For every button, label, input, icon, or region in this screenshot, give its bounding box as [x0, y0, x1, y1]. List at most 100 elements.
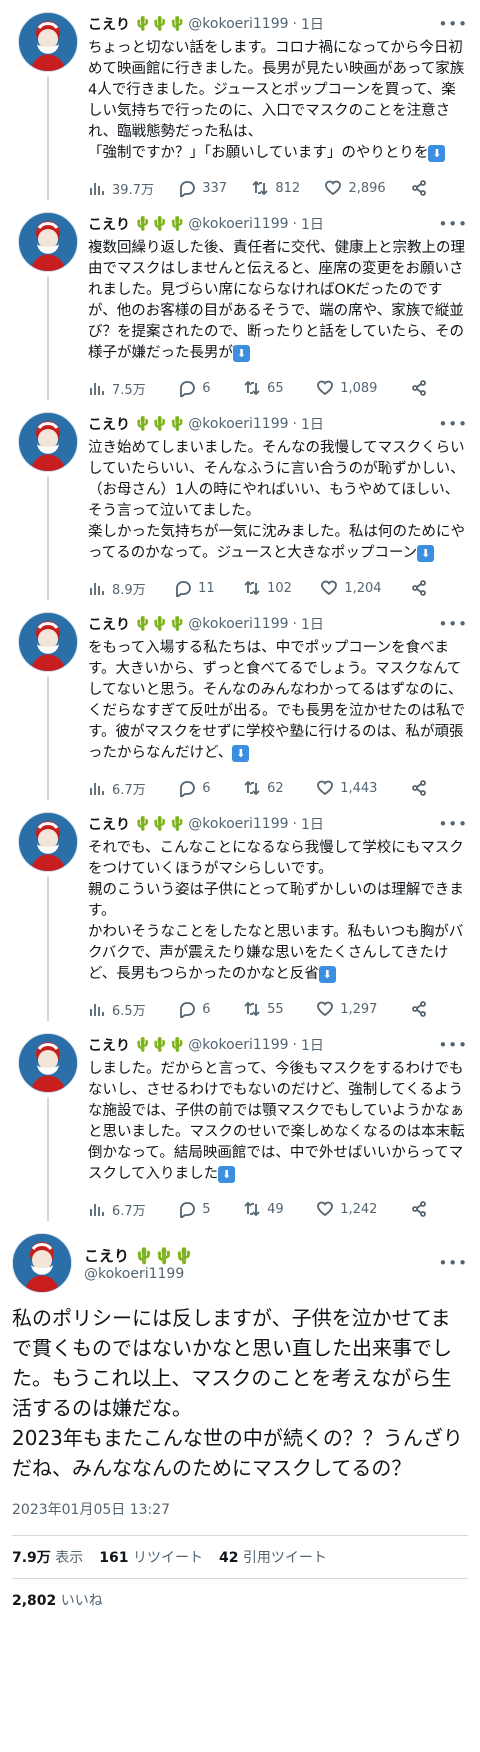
- more-icon[interactable]: •••: [438, 215, 468, 233]
- avatar[interactable]: [18, 212, 78, 272]
- like-button[interactable]: 1,297: [316, 1000, 377, 1018]
- retweet-button[interactable]: 55: [243, 1000, 284, 1018]
- tweet[interactable]: こえり 🌵🌵🌵 @kokoeri1199 · 1日 ••• をもって入場する私た…: [0, 600, 480, 800]
- more-icon[interactable]: •••: [438, 1254, 468, 1272]
- thread-connector: [47, 76, 49, 200]
- avatar[interactable]: [18, 1033, 78, 1093]
- views-button[interactable]: 6.7万: [88, 779, 146, 798]
- post-time[interactable]: 1日: [301, 214, 324, 234]
- thread-connector: [47, 676, 49, 800]
- retweets-label: リツイート: [132, 1550, 203, 1566]
- more-icon[interactable]: •••: [438, 815, 468, 833]
- post-time[interactable]: 1日: [301, 14, 324, 34]
- author-name[interactable]: こえり: [88, 214, 130, 234]
- share-button[interactable]: [410, 1200, 428, 1218]
- arrow-down-icon: ⬇: [232, 744, 250, 762]
- post-time[interactable]: 1日: [301, 614, 324, 634]
- views-value: 7.9万: [12, 1550, 51, 1566]
- share-button[interactable]: [410, 779, 428, 797]
- share-button[interactable]: [410, 379, 428, 397]
- more-icon[interactable]: •••: [438, 15, 468, 33]
- retweet-button[interactable]: 102: [243, 579, 292, 597]
- arrow-down-icon: ⬇: [428, 144, 446, 162]
- reply-button[interactable]: 6: [178, 1000, 211, 1018]
- avatar[interactable]: [18, 812, 78, 872]
- author-name[interactable]: こえり: [84, 1247, 129, 1265]
- reply-button[interactable]: 6: [178, 779, 211, 797]
- retweets-stat[interactable]: 161 リツイート: [99, 1547, 203, 1567]
- like-button[interactable]: 1,089: [316, 379, 377, 397]
- author-name[interactable]: こえり: [88, 14, 130, 34]
- retweet-button[interactable]: 812: [251, 179, 300, 197]
- reply-button[interactable]: 6: [178, 379, 211, 397]
- engagement-stats: 7.9万 表示 161 リツイート 42 引用ツイート: [12, 1536, 468, 1578]
- author-handle[interactable]: @kokoeri1199: [188, 1037, 288, 1053]
- reply-count: 6: [202, 380, 211, 396]
- views-button[interactable]: 7.5万: [88, 379, 146, 398]
- more-icon[interactable]: •••: [438, 1036, 468, 1054]
- post-date[interactable]: 2023年01月05日 13:27: [12, 1499, 468, 1519]
- post-time[interactable]: 1日: [301, 414, 324, 434]
- reply-button[interactable]: 5: [178, 1200, 211, 1218]
- share-button[interactable]: [410, 579, 428, 597]
- more-icon[interactable]: •••: [438, 415, 468, 433]
- views-button[interactable]: 6.7万: [88, 1200, 146, 1219]
- author-name[interactable]: こえり: [88, 814, 130, 834]
- author-handle[interactable]: @kokoeri1199: [84, 1266, 196, 1282]
- author-name[interactable]: こえり: [88, 414, 130, 434]
- retweet-icon: [244, 1001, 260, 1017]
- likes-stat[interactable]: 2,802 いいね: [12, 1590, 103, 1610]
- quotes-stat[interactable]: 42 引用ツイート: [219, 1547, 327, 1567]
- post-time[interactable]: 1日: [301, 814, 324, 834]
- author-handle[interactable]: @kokoeri1199: [188, 816, 288, 832]
- author-name[interactable]: こえり: [88, 614, 130, 634]
- views-label: 表示: [55, 1550, 84, 1566]
- retweet-button[interactable]: 62: [243, 779, 284, 797]
- avatar-image: [19, 13, 77, 71]
- retweet-button[interactable]: 49: [243, 1200, 284, 1218]
- like-button[interactable]: 1,443: [316, 779, 377, 797]
- retweet-count: 62: [267, 780, 284, 796]
- views-button[interactable]: 6.5万: [88, 1000, 146, 1019]
- reply-button[interactable]: 11: [174, 579, 215, 597]
- author-handle[interactable]: @kokoeri1199: [188, 16, 288, 32]
- share-button[interactable]: [410, 1000, 428, 1018]
- retweet-count: 49: [267, 1201, 284, 1217]
- like-button[interactable]: 1,204: [320, 579, 382, 597]
- views-button[interactable]: 8.9万: [88, 579, 146, 598]
- avatar[interactable]: [18, 412, 78, 472]
- avatar[interactable]: [12, 1233, 72, 1293]
- main-tweet[interactable]: こえり 🌵🌵🌵 @kokoeri1199 ••• 私のポリシーには反しますが、子…: [0, 1221, 480, 1633]
- like-button[interactable]: 1,242: [316, 1200, 377, 1218]
- separator-dot: ·: [292, 216, 297, 232]
- thread: こえり 🌵🌵🌵 @kokoeri1199 · 1日 ••• ちょっと切ない話をし…: [0, 0, 480, 1221]
- tweet[interactable]: こえり 🌵🌵🌵 @kokoeri1199 · 1日 ••• ちょっと切ない話をし…: [0, 0, 480, 200]
- share-button[interactable]: [410, 179, 428, 197]
- tweet[interactable]: こえり 🌵🌵🌵 @kokoeri1199 · 1日 ••• 複数回繰り返した後、…: [0, 200, 480, 400]
- views-button[interactable]: 39.7万: [88, 179, 154, 198]
- views-count: 7.5万: [112, 382, 146, 398]
- like-button[interactable]: 2,896: [324, 179, 386, 197]
- avatar-image: [13, 1234, 71, 1292]
- reply-button[interactable]: 337: [178, 179, 227, 197]
- more-icon[interactable]: •••: [438, 615, 468, 633]
- like-count: 1,443: [340, 780, 378, 796]
- post-time[interactable]: 1日: [301, 1035, 324, 1055]
- reply-icon: [180, 181, 196, 197]
- arrow-down-icon: ⬇: [417, 544, 435, 562]
- author-handle[interactable]: @kokoeri1199: [188, 416, 288, 432]
- tweet[interactable]: こえり 🌵🌵🌵 @kokoeri1199 · 1日 ••• 泣き始めてしまいまし…: [0, 400, 480, 600]
- author-handle[interactable]: @kokoeri1199: [188, 216, 288, 232]
- reply-count: 11: [198, 580, 215, 596]
- author-name[interactable]: こえり: [88, 1035, 130, 1055]
- like-icon: [317, 380, 334, 396]
- avatar[interactable]: [18, 12, 78, 72]
- retweet-button[interactable]: 65: [243, 379, 284, 397]
- separator-dot: ·: [292, 416, 297, 432]
- views-stat[interactable]: 7.9万 表示: [12, 1547, 83, 1567]
- avatar[interactable]: [18, 612, 78, 672]
- thread-connector: [47, 876, 49, 1021]
- author-handle[interactable]: @kokoeri1199: [188, 616, 288, 632]
- tweet[interactable]: こえり 🌵🌵🌵 @kokoeri1199 · 1日 ••• それでも、こんなこと…: [0, 800, 480, 1021]
- tweet[interactable]: こえり 🌵🌵🌵 @kokoeri1199 · 1日 ••• しました。だからと言…: [0, 1021, 480, 1221]
